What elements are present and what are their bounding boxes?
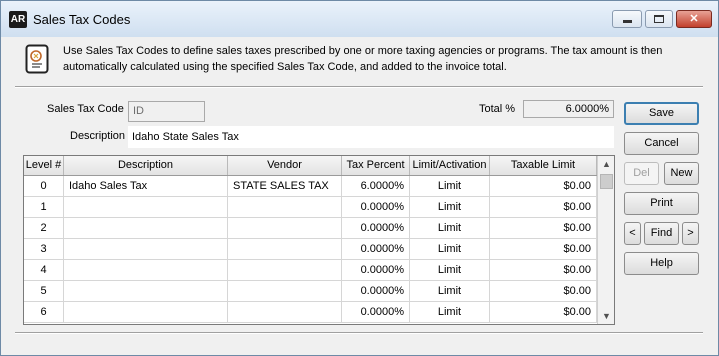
cancel-button[interactable]: Cancel [624,132,699,155]
cell-limit-activation[interactable]: Limit [410,281,490,301]
cell-level[interactable]: 2 [24,218,64,238]
maximize-icon [654,15,664,23]
column-header-vendor[interactable]: Vendor [228,156,342,175]
cell-level[interactable]: 0 [24,176,64,196]
sales-tax-code-label: Sales Tax Code [47,103,124,115]
table-row[interactable]: 4 0.0000% Limit $0.00 [24,260,597,281]
close-icon: ✕ [689,13,699,25]
divider [15,86,703,88]
cell-vendor[interactable] [228,239,342,259]
cell-description[interactable] [64,281,228,301]
sales-tax-code-field[interactable]: ID [128,101,205,122]
info-description: Use Sales Tax Codes to define sales taxe… [63,45,663,73]
window-title: Sales Tax Codes [33,12,131,27]
cell-vendor[interactable] [228,218,342,238]
cell-level[interactable]: 4 [24,260,64,280]
cell-description[interactable] [64,260,228,280]
cell-limit-activation[interactable]: Limit [410,239,490,259]
column-header-description[interactable]: Description [64,156,228,175]
cell-taxable-limit[interactable]: $0.00 [490,302,597,322]
cell-vendor[interactable] [228,302,342,322]
next-button[interactable]: > [682,222,699,245]
scroll-up-icon[interactable]: ▲ [598,156,614,172]
main-content: Use Sales Tax Codes to define sales taxe… [9,37,710,347]
print-button[interactable]: Print [624,192,699,215]
cell-level[interactable]: 1 [24,197,64,217]
total-percent-field: 6.0000% [523,100,614,118]
cell-level[interactable]: 3 [24,239,64,259]
divider [15,332,703,334]
cell-tax-percent[interactable]: 6.0000% [342,176,410,196]
total-percent-label: Total % [479,103,516,115]
cell-tax-percent[interactable]: 0.0000% [342,239,410,259]
cell-description[interactable] [64,218,228,238]
cell-taxable-limit[interactable]: $0.00 [490,239,597,259]
cell-description[interactable] [64,239,228,259]
cell-vendor[interactable] [228,197,342,217]
cell-level[interactable]: 5 [24,281,64,301]
cell-taxable-limit[interactable]: $0.00 [490,281,597,301]
cell-description[interactable] [64,197,228,217]
close-button[interactable]: ✕ [676,10,712,28]
table-row[interactable]: 5 0.0000% Limit $0.00 [24,281,597,302]
cell-level[interactable]: 6 [24,302,64,322]
cell-tax-percent[interactable]: 0.0000% [342,281,410,301]
cell-limit-activation[interactable]: Limit [410,176,490,196]
save-button[interactable]: Save [624,102,699,125]
cell-limit-activation[interactable]: Limit [410,260,490,280]
description-label: Description [70,130,126,142]
table-row[interactable]: 6 0.0000% Limit $0.00 [24,302,597,323]
previous-button[interactable]: < [624,222,641,245]
column-header-limit-activation[interactable]: Limit/Activation [410,156,490,175]
cell-vendor[interactable] [228,260,342,280]
title-bar[interactable]: AR Sales Tax Codes ✕ [1,1,718,37]
cell-description[interactable] [64,302,228,322]
new-button[interactable]: New [664,162,699,185]
cell-tax-percent[interactable]: 0.0000% [342,218,410,238]
find-button[interactable]: Find [644,222,679,245]
cell-limit-activation[interactable]: Limit [410,197,490,217]
table-row[interactable]: 2 0.0000% Limit $0.00 [24,218,597,239]
minimize-button[interactable] [612,10,642,28]
cell-taxable-limit[interactable]: $0.00 [490,176,597,196]
table-row[interactable]: 3 0.0000% Limit $0.00 [24,239,597,260]
maximize-button[interactable] [645,10,673,28]
column-header-taxable-limit[interactable]: Taxable Limit [490,156,597,175]
scroll-thumb[interactable] [600,174,613,189]
description-field[interactable]: Idaho State Sales Tax [128,126,614,148]
grid-header: Level # Description Vendor Tax Percent L… [24,156,597,176]
cell-tax-percent[interactable]: 0.0000% [342,302,410,322]
cell-taxable-limit[interactable]: $0.00 [490,218,597,238]
table-row[interactable]: 1 0.0000% Limit $0.00 [24,197,597,218]
table-row[interactable]: 0 Idaho Sales Tax STATE SALES TAX 6.0000% Li… [24,176,597,197]
minimize-icon [623,20,632,23]
cell-limit-activation[interactable]: Limit [410,302,490,322]
cell-tax-percent[interactable]: 0.0000% [342,197,410,217]
scroll-down-icon[interactable]: ▼ [598,308,614,324]
cell-vendor[interactable] [228,281,342,301]
app-icon: AR [9,11,27,28]
document-icon [25,44,49,74]
cell-tax-percent[interactable]: 0.0000% [342,260,410,280]
column-header-level[interactable]: Level # [24,156,64,175]
cell-description[interactable]: Idaho Sales Tax [64,176,228,196]
help-button[interactable]: Help [624,252,699,275]
column-header-tax-percent[interactable]: Tax Percent [342,156,410,175]
sales-tax-codes-window: AR Sales Tax Codes ✕ Use Sales Tax Codes… [0,0,719,356]
cell-taxable-limit[interactable]: $0.00 [490,197,597,217]
cell-vendor[interactable]: STATE SALES TAX [228,176,342,196]
cell-taxable-limit[interactable]: $0.00 [490,260,597,280]
grid-scrollbar[interactable]: ▲ ▼ [597,156,614,324]
cell-limit-activation[interactable]: Limit [410,218,490,238]
tax-levels-grid: Level # Description Vendor Tax Percent L… [23,155,615,325]
delete-button[interactable]: Del [624,162,659,185]
